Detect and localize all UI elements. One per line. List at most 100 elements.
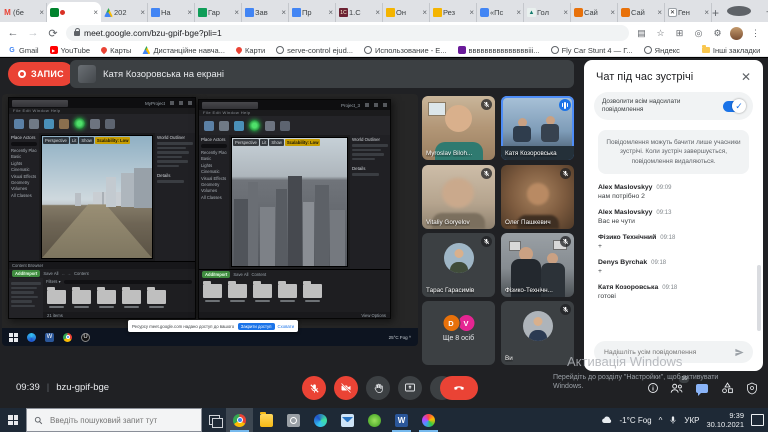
bookmark[interactable]: YouTube xyxy=(50,46,90,55)
browser-update-icon[interactable] xyxy=(727,6,751,16)
taskbar-edge[interactable] xyxy=(307,408,334,432)
cast-icon[interactable]: ▤ xyxy=(635,28,648,39)
tab-close-icon[interactable]: × xyxy=(375,8,380,17)
browser-tab[interactable]: Зав × xyxy=(242,3,289,22)
tab-close-icon[interactable]: × xyxy=(516,8,521,17)
browser-tab[interactable]: Гол × xyxy=(524,3,571,22)
other-bookmarks[interactable]: Інші закладки xyxy=(702,46,760,55)
browser-tab[interactable]: Он × xyxy=(383,3,430,22)
participant-tile[interactable]: Олег Пашкевич xyxy=(501,165,574,229)
unreal-window-left: MyProject File Edit Window Help Place A xyxy=(8,97,196,319)
meet-app: ЗАПИС Катя Козоровська на екрані MyProje… xyxy=(0,58,768,408)
taskbar-search-input[interactable] xyxy=(48,415,194,426)
forward-button[interactable]: → xyxy=(26,27,40,39)
star-icon[interactable]: ☆ xyxy=(654,28,667,39)
address-bar[interactable]: meet.google.com/bzu-gpif-bge?pli=1 xyxy=(66,25,629,41)
browser-tab[interactable]: На × xyxy=(148,3,195,22)
tab-close-icon[interactable]: × xyxy=(93,8,98,17)
browser-tab[interactable]: «Пс × xyxy=(477,3,524,22)
tab-close-icon[interactable]: × xyxy=(563,8,568,17)
participant-tile[interactable]: Myroslav Biloh... xyxy=(422,96,495,160)
tab-close-icon[interactable]: × xyxy=(610,8,615,17)
taskbar-password-safe[interactable] xyxy=(280,408,307,432)
participant-tile[interactable]: Vitaliy Goryelov xyxy=(422,165,495,229)
new-tab-button[interactable]: + xyxy=(712,3,719,22)
language-indicator[interactable]: УКР xyxy=(684,416,699,425)
browser-tab[interactable]: Сай × xyxy=(571,3,618,22)
taskbar-search[interactable] xyxy=(26,408,202,432)
tab-close-icon[interactable]: × xyxy=(281,8,286,17)
browser-tab[interactable]: Рез × xyxy=(430,3,477,22)
bookmark[interactable]: Дистанційне навча... xyxy=(142,46,225,55)
tab-close-icon[interactable]: × xyxy=(328,8,333,17)
browser-tab[interactable]: Гар × xyxy=(195,3,242,22)
screen-share-video[interactable]: MyProject File Edit Window Help Place A xyxy=(2,94,418,346)
chat-scrollbar[interactable] xyxy=(757,265,761,331)
participant-tile[interactable]: Тарас Гарасимів xyxy=(422,233,495,297)
taskbar-green-app[interactable] xyxy=(361,408,388,432)
menu-kebab-icon[interactable]: ⋮ xyxy=(749,28,762,39)
stop-sharing-button[interactable]: Закрити доступ xyxy=(238,323,275,330)
bookmark[interactable]: Fly Car Stunt 4 — Г... xyxy=(551,46,633,55)
present-screen-button[interactable] xyxy=(398,376,422,400)
tab-close-icon[interactable]: × xyxy=(140,8,145,17)
taskbar-chrome[interactable] xyxy=(226,408,253,432)
bookmark[interactable]: Карты xyxy=(101,46,131,55)
task-view-button[interactable] xyxy=(202,408,226,432)
profile-avatar[interactable] xyxy=(730,27,743,40)
tray-expand-icon[interactable]: ^ xyxy=(659,416,663,425)
bookmark[interactable]: Яндекс xyxy=(644,46,680,55)
bookmark[interactable]: вввввввввввввввііі... xyxy=(458,46,540,55)
browser-tab[interactable]: 1.С × xyxy=(336,3,383,22)
taskbar-word[interactable]: W xyxy=(388,408,415,432)
tab-close-icon[interactable]: × xyxy=(39,8,44,17)
browser-tab[interactable]: Сай × xyxy=(618,3,665,22)
tab-favicon xyxy=(621,8,630,17)
participant-tile-active-speaker[interactable]: Катя Козоровська xyxy=(501,96,574,160)
send-icon[interactable] xyxy=(734,347,745,358)
tab-close-icon[interactable]: × xyxy=(469,8,474,17)
action-center-icon[interactable] xyxy=(751,414,764,426)
browser-tab[interactable]: Пр × xyxy=(289,3,336,22)
tab-close-icon[interactable]: × xyxy=(704,8,709,17)
host-controls-icon[interactable] xyxy=(744,381,760,395)
bookmark[interactable]: Карти xyxy=(236,46,265,55)
taskbar-misc-app[interactable] xyxy=(415,408,442,432)
bookmark[interactable]: Gmail xyxy=(8,46,39,55)
camera-toggle-button[interactable] xyxy=(334,376,358,400)
browser-tab[interactable]: 202 × xyxy=(101,3,148,22)
weather-text[interactable]: -1°C Fog xyxy=(620,416,652,425)
taskbar-mail[interactable] xyxy=(334,408,361,432)
presenting-chip[interactable]: Катя Козоровська на екрані xyxy=(70,60,574,88)
minimize-button[interactable]: — xyxy=(759,0,768,22)
bookmark[interactable]: Использование - Е... xyxy=(364,46,447,55)
browser-tab[interactable]: × xyxy=(47,2,101,22)
bookmark[interactable]: serve-control ejud... xyxy=(276,46,353,55)
leave-call-button[interactable] xyxy=(440,376,478,400)
reload-button[interactable]: ⟳ xyxy=(46,27,60,40)
media-icon[interactable]: ◎ xyxy=(692,28,705,39)
participant-tile[interactable]: Фізико-Технічн... xyxy=(501,233,574,297)
tab-close-icon[interactable]: × xyxy=(422,8,427,17)
browser-tab[interactable]: Ген × xyxy=(665,3,712,22)
more-participants-tile[interactable]: D V Ще 8 осіб xyxy=(422,301,495,365)
self-tile[interactable]: Ви xyxy=(501,301,574,365)
taskbar-clock[interactable]: 9:39 30.10.2021 xyxy=(706,411,744,430)
bookmark-label: Яндекс xyxy=(655,46,680,55)
tab-close-icon[interactable]: × xyxy=(234,8,239,17)
mic-toggle-button[interactable] xyxy=(302,376,326,400)
taskbar-file-explorer[interactable] xyxy=(253,408,280,432)
tray-mic-icon[interactable] xyxy=(669,415,677,425)
back-button[interactable]: ← xyxy=(6,27,20,39)
allow-messages-toggle[interactable] xyxy=(723,101,745,112)
browser-tab[interactable]: (бе × xyxy=(0,3,47,22)
activities-icon[interactable] xyxy=(719,381,735,395)
raise-hand-button[interactable] xyxy=(366,376,390,400)
tab-close-icon[interactable]: × xyxy=(657,8,662,17)
hide-share-bar-link[interactable]: Сховати xyxy=(278,324,295,329)
extensions-icon[interactable]: ⚙ xyxy=(711,28,724,39)
start-button[interactable] xyxy=(0,408,26,432)
tab-close-icon[interactable]: × xyxy=(187,8,192,17)
chat-close-icon[interactable]: ✕ xyxy=(741,70,751,84)
save-icon[interactable]: ⊞ xyxy=(673,28,686,39)
